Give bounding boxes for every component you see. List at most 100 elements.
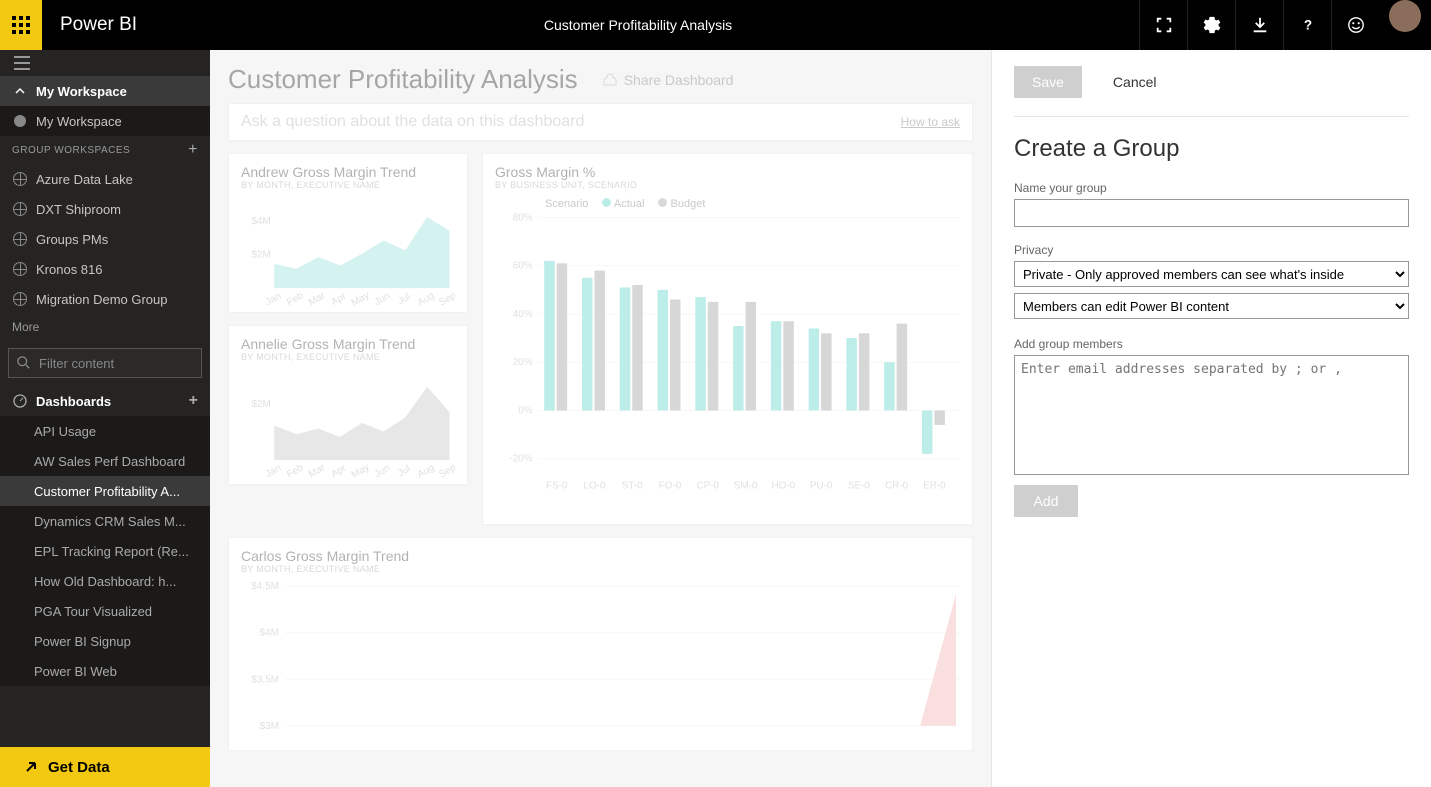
svg-text:Aug: Aug: [416, 290, 437, 306]
group-migration-demo-group[interactable]: Migration Demo Group: [0, 284, 210, 314]
svg-text:Apr: Apr: [329, 290, 348, 306]
globe-icon: [12, 201, 28, 217]
group-azure-data-lake[interactable]: Azure Data Lake: [0, 164, 210, 194]
globe-icon: [12, 171, 28, 187]
filter-content[interactable]: Filter content: [8, 348, 202, 378]
fullscreen-icon[interactable]: [1139, 0, 1187, 50]
svg-text:Jul: Jul: [396, 291, 412, 306]
person-icon: [12, 113, 28, 129]
globe-icon: [12, 231, 28, 247]
save-button[interactable]: Save: [1014, 66, 1082, 98]
svg-text:80%: 80%: [513, 212, 533, 223]
svg-text:40%: 40%: [513, 309, 533, 320]
svg-text:Jan: Jan: [264, 291, 283, 306]
permission-select[interactable]: Members can edit Power BI content: [1014, 293, 1409, 319]
name-label: Name your group: [1014, 181, 1409, 195]
svg-text:Jun: Jun: [373, 463, 392, 478]
how-to-ask-link[interactable]: How to ask: [901, 115, 960, 129]
members-input[interactable]: [1014, 355, 1409, 475]
add-button[interactable]: Add: [1014, 485, 1078, 517]
dashboard-item[interactable]: How Old Dashboard: h...: [0, 566, 210, 596]
svg-text:$2M: $2M: [251, 249, 270, 260]
sidebar-toggle[interactable]: [0, 50, 210, 76]
download-icon[interactable]: [1235, 0, 1283, 50]
svg-text:LO-0: LO-0: [583, 481, 605, 492]
get-data-button[interactable]: Get Data: [0, 747, 210, 787]
dashboard-item[interactable]: Customer Profitability A...: [0, 476, 210, 506]
settings-icon[interactable]: [1187, 0, 1235, 50]
svg-text:Mar: Mar: [307, 290, 328, 306]
tile-andrew[interactable]: Andrew Gross Margin Trend BY MONTH, EXEC…: [228, 153, 468, 313]
svg-text:$4.5M: $4.5M: [251, 581, 279, 592]
dashboard-item[interactable]: Dynamics CRM Sales M...: [0, 506, 210, 536]
dashboard-item[interactable]: AW Sales Perf Dashboard: [0, 446, 210, 476]
user-avatar[interactable]: [1389, 0, 1421, 32]
my-workspace-header[interactable]: My Workspace: [0, 76, 210, 106]
my-workspace-item[interactable]: My Workspace: [0, 106, 210, 136]
svg-text:SE-0: SE-0: [848, 481, 870, 492]
brand: Power BI: [60, 14, 137, 36]
arrow-icon: [24, 760, 38, 774]
svg-text:Jun: Jun: [373, 291, 392, 306]
svg-text:ST-0: ST-0: [622, 481, 643, 492]
add-group-icon[interactable]: +: [188, 141, 198, 159]
feedback-icon[interactable]: [1331, 0, 1379, 50]
group-workspaces-header: GROUP WORKSPACES +: [0, 136, 210, 164]
svg-text:May: May: [350, 290, 372, 306]
topbar-actions: ?: [1139, 0, 1431, 50]
tile-gross-margin[interactable]: Gross Margin % BY BUSINESS UNIT, SCENARI…: [482, 153, 973, 525]
svg-text:$3.5M: $3.5M: [251, 674, 279, 685]
svg-text:SM-0: SM-0: [734, 481, 758, 492]
dashboard-item[interactable]: Power BI Signup: [0, 626, 210, 656]
dashboard-item[interactable]: Power BI Web: [0, 656, 210, 686]
svg-text:Feb: Feb: [285, 290, 306, 306]
group-name-input[interactable]: [1014, 199, 1409, 227]
help-icon[interactable]: ?: [1283, 0, 1331, 50]
app-launcher[interactable]: [0, 0, 42, 50]
create-group-panel: Save Cancel Create a Group Name your gro…: [991, 50, 1431, 787]
cancel-button[interactable]: Cancel: [1094, 66, 1176, 98]
privacy-select[interactable]: Private - Only approved members can see …: [1014, 261, 1409, 287]
dashboards-header[interactable]: Dashboards +: [0, 386, 210, 416]
topbar: Power BI Customer Profitability Analysis…: [0, 0, 1431, 50]
share-dashboard[interactable]: Share Dashboard: [602, 72, 734, 88]
svg-text:$4M: $4M: [251, 216, 270, 227]
group-dxt-shiproom[interactable]: DXT Shiproom: [0, 194, 210, 224]
group-kronos-816[interactable]: Kronos 816: [0, 254, 210, 284]
tile-annelie[interactable]: Annelie Gross Margin Trend BY MONTH, EXE…: [228, 325, 468, 485]
svg-text:May: May: [350, 462, 372, 478]
dashboard-canvas: Customer Profitability Analysis Share Da…: [210, 50, 991, 787]
svg-text:Apr: Apr: [329, 462, 348, 478]
globe-icon: [12, 291, 28, 307]
chevron-up-icon: [12, 83, 28, 99]
dashboard-item[interactable]: EPL Tracking Report (Re...: [0, 536, 210, 566]
svg-text:Feb: Feb: [285, 462, 306, 478]
dashboard-title: Customer Profitability Analysis: [228, 64, 578, 95]
svg-text:60%: 60%: [513, 261, 533, 272]
svg-text:Jan: Jan: [264, 463, 283, 478]
dashboard-item[interactable]: API Usage: [0, 416, 210, 446]
more-groups[interactable]: More: [0, 314, 210, 340]
share-icon: [602, 72, 618, 88]
svg-text:$3M: $3M: [260, 721, 279, 732]
svg-text:Aug: Aug: [416, 462, 437, 478]
group-groups-pms[interactable]: Groups PMs: [0, 224, 210, 254]
qa-box[interactable]: Ask a question about the data on this da…: [228, 103, 973, 141]
globe-icon: [12, 261, 28, 277]
svg-text:Sep: Sep: [437, 290, 455, 306]
tile-carlos[interactable]: Carlos Gross Margin Trend BY MONTH, EXEC…: [228, 537, 973, 751]
legend: Scenario Actual Budget: [545, 198, 960, 210]
add-dashboard-icon[interactable]: +: [189, 392, 198, 410]
svg-text:-20%: -20%: [510, 454, 533, 465]
svg-text:ER-0: ER-0: [923, 481, 946, 492]
svg-text:FS-0: FS-0: [546, 481, 568, 492]
svg-text:$2M: $2M: [251, 399, 270, 410]
svg-text:PU-0: PU-0: [810, 481, 833, 492]
svg-text:Sep: Sep: [437, 462, 455, 478]
svg-text:0%: 0%: [518, 405, 533, 416]
gauge-icon: [12, 393, 28, 409]
dashboard-item[interactable]: PGA Tour Visualized: [0, 596, 210, 626]
sidebar: My Workspace My Workspace GROUP WORKSPAC…: [0, 50, 210, 787]
svg-text:CR-0: CR-0: [885, 481, 909, 492]
svg-text:CP-0: CP-0: [696, 481, 719, 492]
